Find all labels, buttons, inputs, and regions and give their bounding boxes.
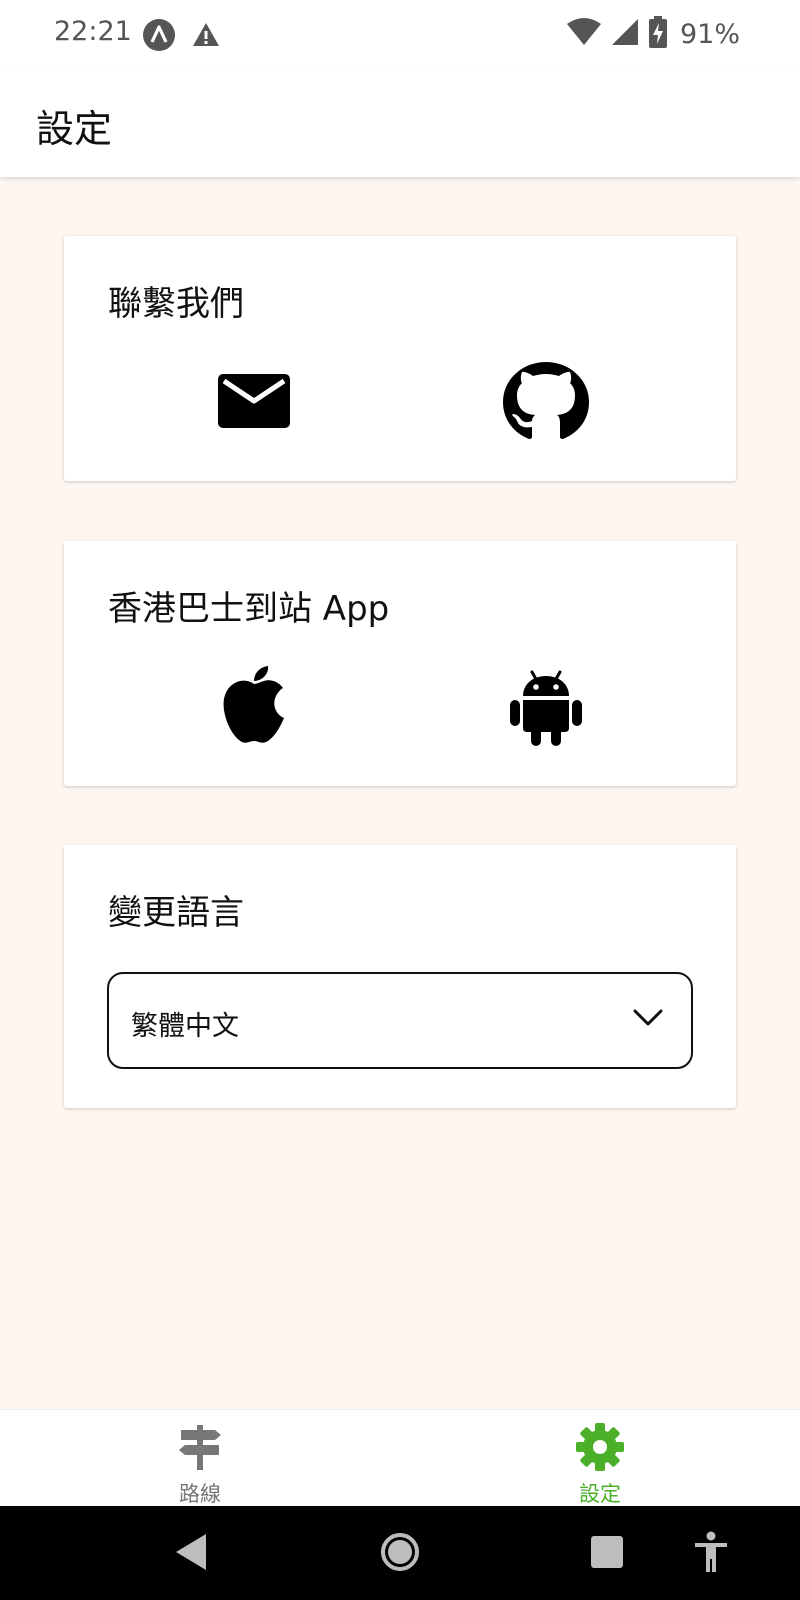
app-bar: 設定 bbox=[0, 68, 800, 177]
android-icon bbox=[509, 666, 583, 750]
nav-label-settings: 設定 bbox=[579, 1482, 621, 1506]
app-card: 香港巴士到站 App bbox=[64, 541, 736, 786]
battery-percentage: 91% bbox=[679, 18, 740, 50]
nav-item-settings[interactable]: 設定 bbox=[500, 1410, 700, 1507]
nav-item-routes[interactable]: 路線 bbox=[100, 1410, 300, 1507]
language-card: 變更語言 繁體中文 bbox=[64, 845, 736, 1108]
signal-icon bbox=[610, 17, 640, 51]
nav-label-routes: 路線 bbox=[179, 1482, 221, 1506]
warning-icon bbox=[190, 18, 222, 56]
language-select-value: 繁體中文 bbox=[131, 1011, 239, 1042]
contact-card: 聯繫我們 bbox=[64, 236, 736, 481]
mail-icon bbox=[218, 374, 290, 432]
language-card-title: 變更語言 bbox=[108, 893, 244, 933]
gear-icon bbox=[575, 1422, 625, 1472]
status-time: 22:21 bbox=[54, 16, 132, 47]
bottom-nav: 路線 設定 bbox=[0, 1409, 800, 1506]
app-card-title: 香港巴士到站 App bbox=[108, 589, 390, 629]
battery-charging-icon bbox=[648, 16, 668, 52]
home-icon[interactable] bbox=[379, 1530, 421, 1578]
wifi-icon bbox=[566, 17, 602, 51]
apple-icon bbox=[218, 666, 290, 750]
accessibility-icon[interactable] bbox=[692, 1530, 730, 1578]
language-select[interactable]: 繁體中文 bbox=[107, 972, 693, 1069]
back-icon[interactable] bbox=[172, 1530, 212, 1578]
github-icon bbox=[503, 362, 589, 444]
status-bar: 22:21 91% bbox=[0, 0, 800, 68]
system-nav-bar bbox=[0, 1506, 800, 1600]
mail-button[interactable] bbox=[206, 355, 302, 451]
page-title: 設定 bbox=[36, 107, 113, 151]
app-notification-icon bbox=[142, 18, 176, 56]
ios-app-button[interactable] bbox=[206, 660, 302, 756]
contact-card-title: 聯繫我們 bbox=[108, 284, 244, 324]
recents-icon[interactable] bbox=[590, 1530, 624, 1578]
chevron-down-icon bbox=[633, 1008, 663, 1032]
android-app-button[interactable] bbox=[498, 660, 594, 756]
signpost-icon bbox=[175, 1422, 225, 1472]
github-button[interactable] bbox=[498, 355, 594, 451]
